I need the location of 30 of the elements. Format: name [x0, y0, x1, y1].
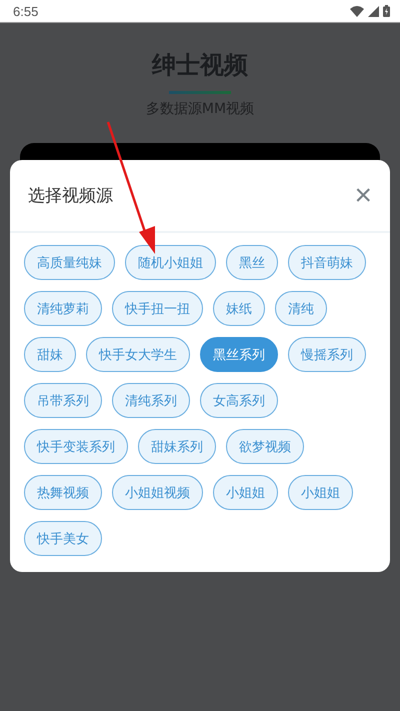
source-chip[interactable]: 小姐姐: [288, 475, 353, 510]
source-chip[interactable]: 小姐姐视频: [112, 475, 203, 510]
battery-icon: [383, 5, 390, 17]
source-chip[interactable]: 女高系列: [200, 383, 278, 418]
source-chip[interactable]: 慢摇系列: [288, 337, 366, 372]
wifi-icon: [350, 6, 364, 16]
source-chip[interactable]: 抖音萌妹: [288, 245, 366, 280]
dialog-title: 选择视频源: [28, 185, 113, 207]
source-chip[interactable]: 妹纸: [213, 291, 265, 326]
source-chip[interactable]: 清纯: [275, 291, 327, 326]
source-chip[interactable]: 甜妹系列: [138, 429, 216, 464]
source-chip[interactable]: 吊带系列: [24, 383, 102, 418]
source-chip[interactable]: 黑丝: [226, 245, 278, 280]
source-chip[interactable]: 快手扭一扭: [112, 291, 203, 326]
source-chip[interactable]: 快手美女: [24, 521, 102, 556]
close-button[interactable]: ×: [354, 180, 372, 210]
source-chip[interactable]: 甜妹: [24, 337, 76, 372]
source-chip[interactable]: 清纯系列: [112, 383, 190, 418]
source-chip[interactable]: 高质量纯妹: [24, 245, 115, 280]
title-underline: [169, 91, 231, 94]
source-chip[interactable]: 欲梦视频: [226, 429, 304, 464]
source-chip[interactable]: 随机小姐姐: [125, 245, 216, 280]
signal-icon: [368, 6, 379, 16]
source-chip[interactable]: 小姐姐: [213, 475, 278, 510]
source-chip[interactable]: 热舞视频: [24, 475, 102, 510]
status-time: 6:55: [13, 4, 38, 18]
source-chip[interactable]: 黑丝系列: [200, 337, 278, 372]
source-chip[interactable]: 清纯萝莉: [24, 291, 102, 326]
source-chip[interactable]: 快手变装系列: [24, 429, 128, 464]
source-chip[interactable]: 快手女大学生: [86, 337, 190, 372]
